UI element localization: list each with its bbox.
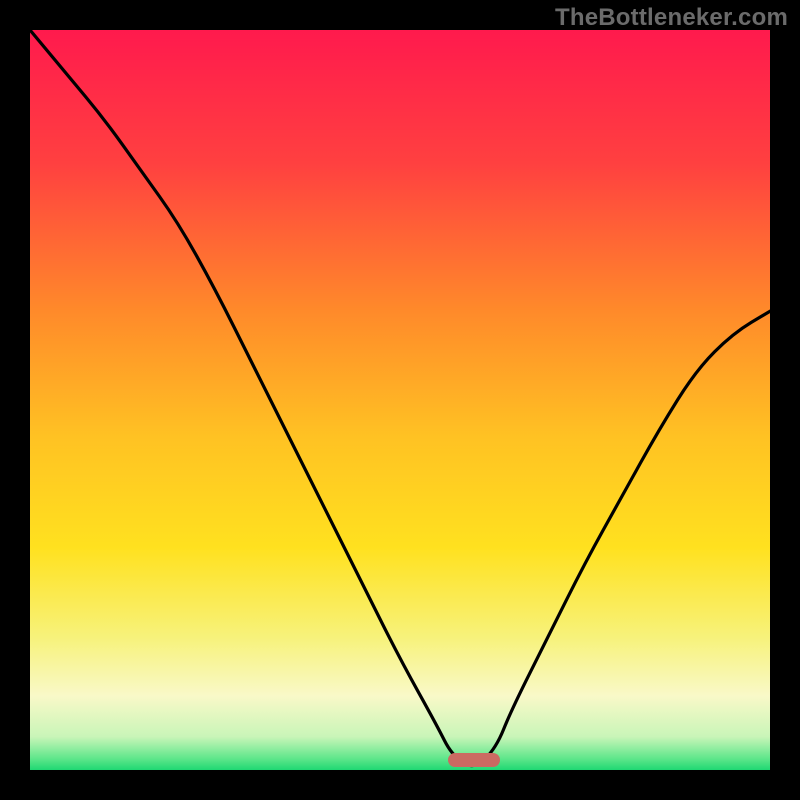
plot-area: [30, 30, 770, 770]
watermark-text: TheBottleneker.com: [555, 4, 788, 32]
chart-frame: TheBottleneker.com: [0, 0, 800, 800]
optimal-marker: [448, 753, 500, 767]
bottleneck-curve: [30, 30, 770, 770]
